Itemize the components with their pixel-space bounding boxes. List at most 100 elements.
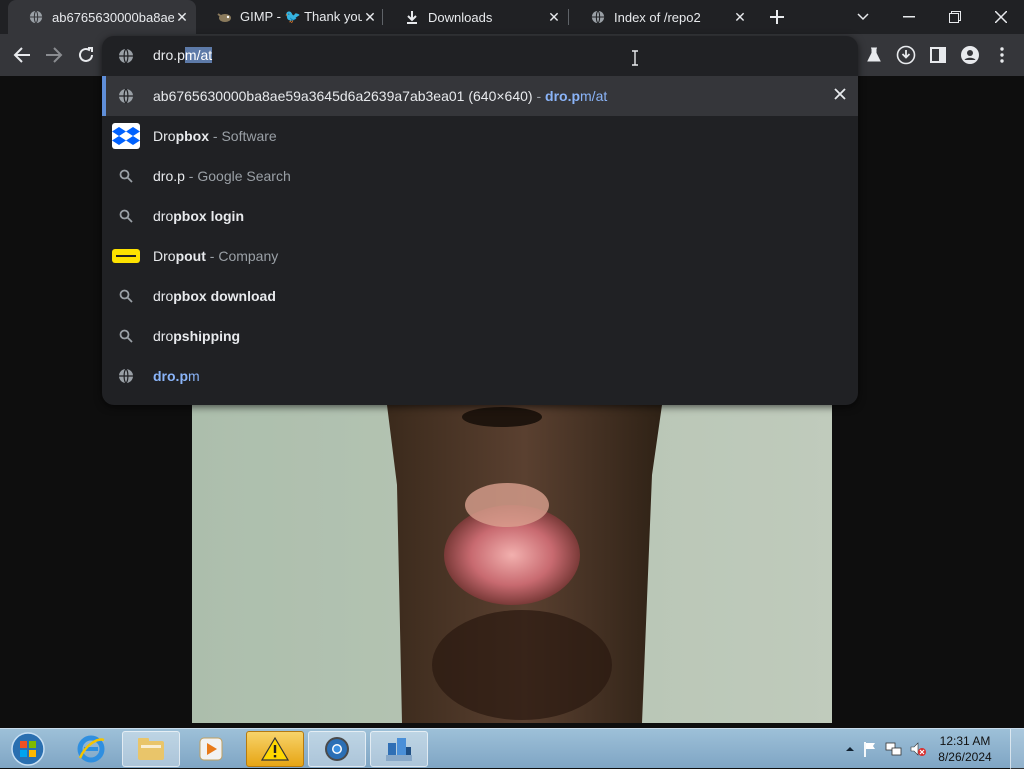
system-clock[interactable]: 12:31 AM 8/26/2024 xyxy=(930,733,1000,765)
autocomplete-selection: m/at xyxy=(184,47,213,63)
text-cursor-icon xyxy=(631,50,639,71)
suggestion-text-part: pbox download xyxy=(173,288,276,304)
tab-separator xyxy=(382,9,383,25)
search-icon xyxy=(112,322,140,350)
show-desktop-button[interactable] xyxy=(1010,729,1024,769)
start-button[interactable] xyxy=(6,731,50,767)
search-icon xyxy=(112,282,140,310)
suggestion-text-part: pshipping xyxy=(173,328,241,344)
suggestion-text-part: Dro xyxy=(153,248,176,264)
suggestion-text: dropbox download xyxy=(153,288,276,304)
close-window-button[interactable] xyxy=(978,0,1024,34)
suggestion-text: dropshipping xyxy=(153,328,240,344)
dropout-icon xyxy=(112,242,140,270)
suggestion-text-part: m xyxy=(188,368,200,384)
address-bar[interactable]: dro.pm/at xyxy=(102,36,858,76)
network-icon[interactable] xyxy=(882,741,906,757)
file-explorer-icon[interactable] xyxy=(122,731,180,767)
suggestion-text: dropbox login xyxy=(153,208,244,224)
globe-icon xyxy=(590,9,606,25)
omnibox-popup: dro.pm/at ab6765630000ba8ae59a3645d6a263… xyxy=(102,36,858,405)
suggestion-text-part: - xyxy=(532,88,546,104)
omnibox-suggestion[interactable]: dro.pm xyxy=(102,356,858,396)
remove-suggestion-close-icon[interactable] xyxy=(834,87,846,105)
suggestion-text: ab6765630000ba8ae59a3645d6a2639a7ab3ea01… xyxy=(153,88,607,104)
back-button[interactable] xyxy=(10,43,34,67)
omnibox-suggestion[interactable]: dropshipping xyxy=(102,316,858,356)
tab-close-icon[interactable]: ✕ xyxy=(732,9,748,25)
tray-expand-icon[interactable] xyxy=(842,746,858,752)
internet-explorer-icon[interactable] xyxy=(62,731,120,767)
omnibox-suggestion[interactable]: ab6765630000ba8ae59a3645d6a2639a7ab3ea01… xyxy=(102,76,858,116)
suggestion-text-part: Dro xyxy=(153,128,176,144)
suggestion-text-part: m/at xyxy=(580,88,608,104)
typed-text: dro.p xyxy=(153,47,185,63)
suggestion-text-part: - Google Search xyxy=(184,168,291,184)
dropbox-icon xyxy=(112,122,140,150)
suggestion-text-part: dro xyxy=(153,288,174,304)
omnibox-suggestion[interactable]: dro.p - Google Search xyxy=(102,156,858,196)
omnibox-suggestion[interactable]: Dropout - Company xyxy=(102,236,858,276)
tab-downloads[interactable]: Downloads ✕ xyxy=(384,0,568,34)
suggestion-text-part: dro.p xyxy=(545,88,581,104)
suggestion-text: Dropout - Company xyxy=(153,248,278,264)
globe-icon xyxy=(28,9,44,25)
tab-strip: ab6765630000ba8ae5 ✕ GIMP - 🐦 Thank you … xyxy=(0,0,1024,34)
suggestion-text-part: dro.p xyxy=(153,168,185,184)
tab-title: Index of /repo2 xyxy=(614,9,701,25)
tab-image[interactable]: ab6765630000ba8ae5 ✕ xyxy=(8,0,196,34)
tab-title: ab6765630000ba8ae5 xyxy=(52,9,174,25)
address-input[interactable]: dro.pm/at xyxy=(153,47,213,63)
tab-close-icon[interactable]: ✕ xyxy=(546,9,562,25)
omnibox-suggestion[interactable]: dropbox login xyxy=(102,196,858,236)
new-tab-button[interactable] xyxy=(766,6,788,28)
tab-repo[interactable]: Index of /repo2 ✕ xyxy=(570,0,754,34)
suggestion-text-part: pbox xyxy=(175,128,210,144)
chrome-icon[interactable] xyxy=(308,731,366,767)
suggestion-text: dro.pm xyxy=(153,368,200,384)
search-icon xyxy=(112,202,140,230)
forward-button[interactable] xyxy=(42,43,66,67)
profile-avatar-icon[interactable] xyxy=(958,43,982,67)
clock-time: 12:31 AM xyxy=(939,734,991,748)
clock-date: 8/26/2024 xyxy=(938,750,992,764)
tab-close-icon[interactable]: ✕ xyxy=(362,9,378,25)
media-player-icon[interactable] xyxy=(182,731,240,767)
suggestion-text-part: dro xyxy=(153,328,174,344)
suggestion-text-part: dro.p xyxy=(153,368,188,384)
labs-icon[interactable] xyxy=(862,43,886,67)
windows-taskbar: 12:31 AM 8/26/2024 xyxy=(0,728,1024,769)
globe-icon xyxy=(118,48,134,69)
system-tray xyxy=(842,729,930,769)
suggestion-text: Dropbox - Software xyxy=(153,128,277,144)
menu-kebab-icon[interactable] xyxy=(990,43,1014,67)
minimize-button[interactable] xyxy=(886,0,932,34)
tab-search-button[interactable] xyxy=(840,0,886,34)
restore-button[interactable] xyxy=(932,0,978,34)
globe-icon xyxy=(112,82,140,110)
suggestion-text-part: - Company xyxy=(205,248,279,264)
suggestion-text-part: pbox login xyxy=(173,208,244,224)
volume-muted-icon[interactable] xyxy=(906,741,930,757)
action-center-flag-icon[interactable] xyxy=(858,741,882,757)
warning-app-icon[interactable] xyxy=(246,731,304,767)
tab-title: Downloads xyxy=(428,9,493,25)
globe-icon xyxy=(112,362,140,390)
omnibox-suggestion[interactable]: dropbox download xyxy=(102,276,858,316)
reload-button[interactable] xyxy=(74,43,98,67)
omnibox-suggestion[interactable]: Dropbox - Software xyxy=(102,116,858,156)
suggestion-text-part: - Software xyxy=(209,128,277,144)
page-image xyxy=(192,405,832,723)
tab-gimp[interactable]: GIMP - 🐦 Thank you t ✕ xyxy=(196,0,384,34)
gimp-icon xyxy=(216,9,232,25)
suggestion-text: dro.p - Google Search xyxy=(153,168,291,184)
downloads-button[interactable] xyxy=(894,43,918,67)
tab-title: GIMP - 🐦 Thank you t xyxy=(240,9,362,24)
side-panel-button[interactable] xyxy=(926,43,950,67)
tab-separator xyxy=(568,9,569,25)
suggestion-text-part: pout xyxy=(175,248,206,264)
search-icon xyxy=(112,162,140,190)
download-icon xyxy=(404,9,420,25)
tab-close-icon[interactable]: ✕ xyxy=(174,9,190,25)
network-app-icon[interactable] xyxy=(370,731,428,767)
